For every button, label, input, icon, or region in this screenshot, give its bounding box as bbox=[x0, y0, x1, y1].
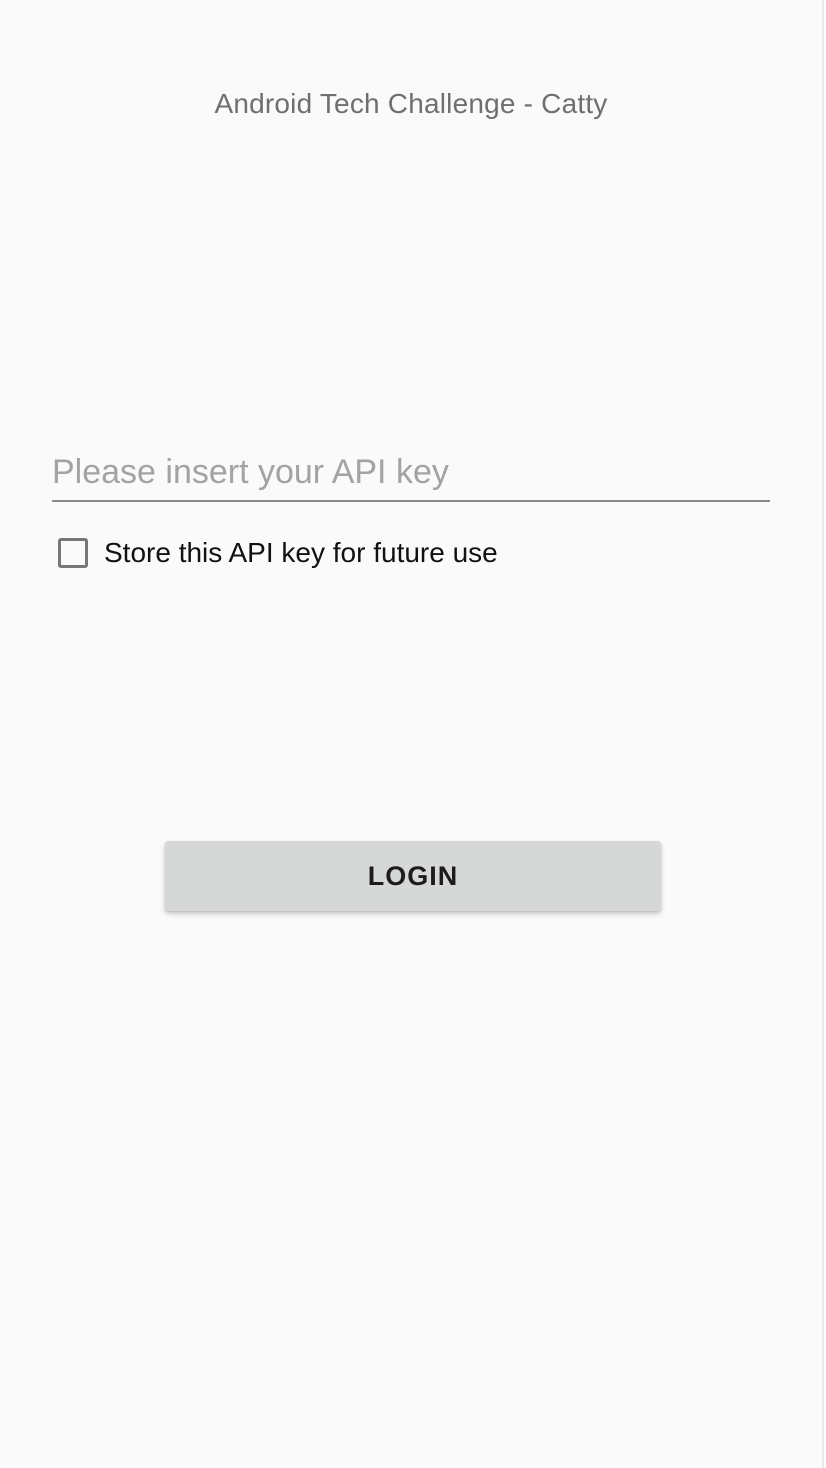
app-title: Android Tech Challenge - Catty bbox=[214, 88, 608, 119]
api-key-input[interactable] bbox=[52, 450, 770, 502]
login-button[interactable]: LOGIN bbox=[165, 841, 661, 911]
store-api-key-label: Store this API key for future use bbox=[104, 537, 498, 568]
login-screen: Android Tech Challenge - Catty Store thi… bbox=[0, 0, 824, 1468]
store-api-key-option[interactable]: Store this API key for future use bbox=[58, 532, 498, 574]
store-api-key-checkbox[interactable] bbox=[58, 538, 88, 568]
